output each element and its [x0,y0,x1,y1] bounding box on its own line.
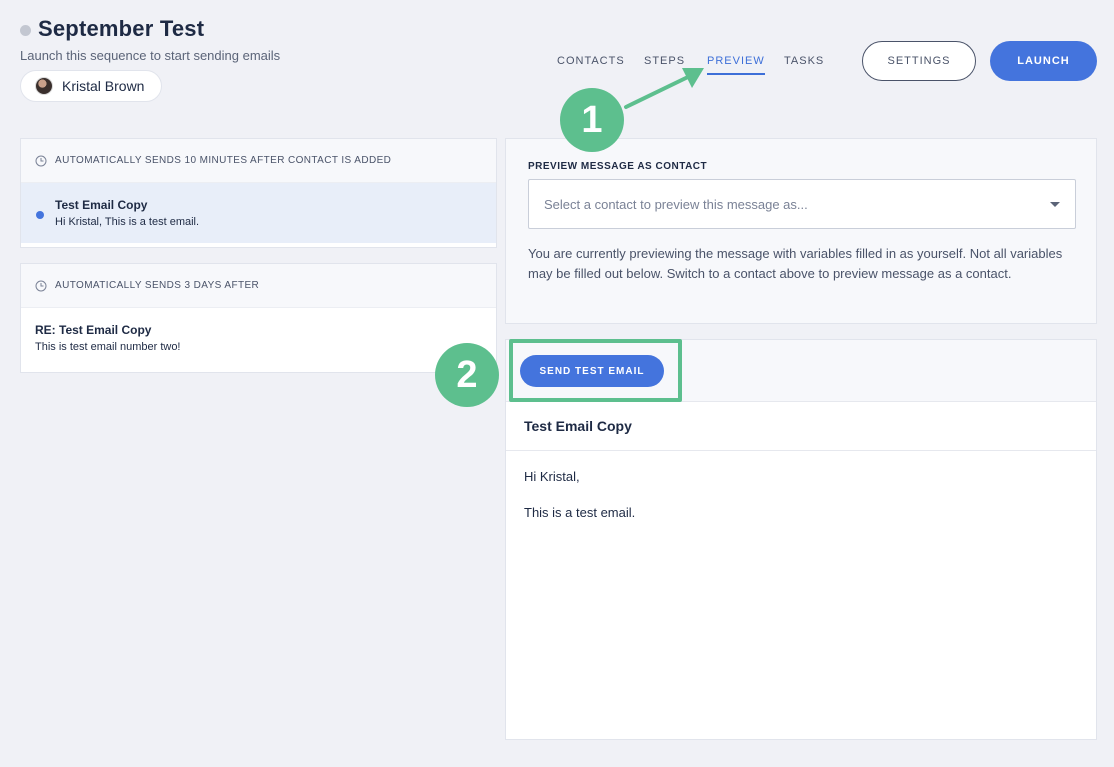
step-badge-1: 1 [560,88,624,152]
step-timing: AUTOMATICALLY SENDS 10 MINUTES AFTER CON… [21,139,496,183]
owner-name: Kristal Brown [62,78,145,94]
chevron-down-icon [1050,201,1060,207]
page-title: September Test [38,16,205,41]
clock-icon [35,155,47,166]
step-card[interactable]: AUTOMATICALLY SENDS 10 MINUTES AFTER CON… [20,138,497,248]
contact-select-placeholder: Select a contact to preview this message… [544,196,808,212]
contact-select[interactable]: Select a contact to preview this message… [528,179,1076,229]
status-dot [20,25,31,36]
tab-preview[interactable]: PREVIEW [707,55,765,75]
step-card[interactable]: AUTOMATICALLY SENDS 3 DAYS AFTER RE: Tes… [20,263,497,373]
preview-label: PREVIEW MESSAGE AS CONTACT [528,161,708,172]
step-timing-label: AUTOMATICALLY SENDS 3 DAYS AFTER [55,280,260,291]
arrow-icon [624,68,704,109]
selected-dot-icon [36,211,44,219]
preview-panel: PREVIEW MESSAGE AS CONTACT Select a cont… [505,138,1097,324]
launch-button[interactable]: LAUNCH [990,41,1097,81]
step-email-item[interactable]: RE: Test Email Copy This is test email n… [21,308,496,368]
email-body-text: This is a test email. [524,505,636,520]
avatar [35,77,53,95]
settings-button[interactable]: SETTINGS [862,41,976,81]
page-subtitle: Launch this sequence to start sending em… [20,48,281,63]
tab-tasks[interactable]: TASKS [784,55,824,73]
step-badge-2: 2 [435,343,499,407]
clock-icon [35,280,47,291]
email-greeting: Hi Kristal, [524,469,580,484]
owner-chip[interactable]: Kristal Brown [20,70,162,102]
tab-contacts[interactable]: CONTACTS [557,55,625,73]
preview-note: You are currently previewing the message… [528,246,1063,281]
step-preview: Hi Kristal, This is a test email. [55,216,200,228]
email-body: Hi Kristal, This is a test email. [506,451,1096,559]
step-subject: RE: Test Email Copy [35,323,152,337]
highlight-box [509,339,682,402]
email-subject: Test Email Copy [506,402,1096,451]
step-preview: This is test email number two! [35,341,181,353]
step-timing-label: AUTOMATICALLY SENDS 10 MINUTES AFTER CON… [55,155,392,166]
step-timing: AUTOMATICALLY SENDS 3 DAYS AFTER [21,264,496,308]
step-email-item[interactable]: Test Email Copy Hi Kristal, This is a te… [21,183,496,243]
step-subject: Test Email Copy [55,198,148,212]
